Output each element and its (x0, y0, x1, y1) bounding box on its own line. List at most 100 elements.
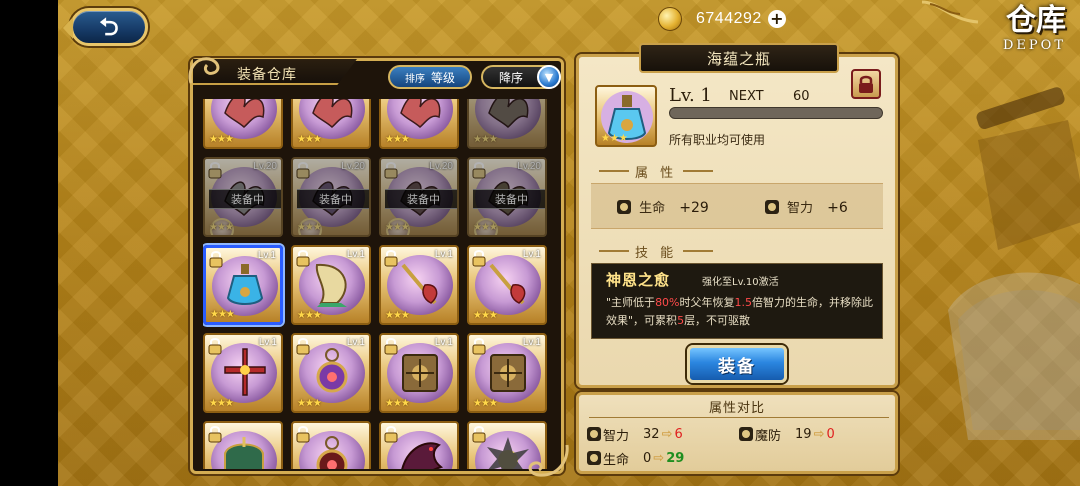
lock-icon (471, 249, 487, 267)
wing-icon (395, 99, 445, 133)
inventory-item[interactable]: ★★★ (291, 99, 371, 149)
staff-icon (395, 259, 445, 309)
item-icon: ★★★ (595, 85, 657, 147)
inventory-item[interactable]: ★★★ (467, 99, 547, 149)
inventory-item[interactable]: Lv.1 ★★★ (467, 333, 547, 413)
inventory-item[interactable]: Lv.20 装备中 ★★★ (203, 157, 283, 237)
attributes-section-label: 属 性 (635, 165, 678, 181)
item-stars: ★★★ (297, 310, 322, 321)
inventory-item[interactable]: Lv.20 装备中 ★★★ (291, 157, 371, 237)
compare-old-value: 0 (643, 450, 652, 466)
lock-icon (383, 249, 399, 267)
page-title-en: DEPOT (1003, 38, 1066, 53)
item-stars: ★★★ (385, 310, 410, 321)
item-stars: ★★★ (297, 222, 322, 233)
skill-box[interactable]: 神恩之愈 强化至Lv.10激活 "主师低于80%时父年恢复1.5倍智力的生命，并… (591, 263, 883, 339)
bottle-icon (220, 260, 270, 310)
wing-icon (483, 99, 533, 133)
inventory-item[interactable]: Lv.1 ★★★ (291, 333, 371, 413)
attributes-section-header: 属 性 (599, 161, 714, 181)
lock-toggle-button[interactable] (851, 69, 881, 99)
compare-new-value: 29 (666, 450, 685, 466)
inventory-item[interactable] (291, 421, 371, 469)
item-level-badge: Lv.20 (517, 161, 541, 172)
inventory-title: 装备仓库 (237, 67, 297, 83)
book-icon (483, 347, 533, 397)
book-icon (395, 347, 445, 397)
gold-counter: 6744292 + (658, 6, 898, 32)
compare-old-value: 19 (795, 426, 812, 442)
inventory-item[interactable]: Lv.1 ★★★ (379, 333, 459, 413)
inventory-item[interactable]: ★★★ (203, 99, 283, 149)
attributes-box: 生命 +29 智力 +6 (591, 183, 883, 229)
lock-icon (383, 425, 399, 443)
lock-icon (471, 337, 487, 355)
skill-desc-highlight: 5 (677, 314, 685, 327)
hp-stat-icon (587, 451, 601, 465)
item-level: Lv. 1 (669, 85, 712, 106)
item-detail-panel: 海蕴之瓶 ★★★ Lv. 1 NEXT 60 所有职业均可使用 属 性 生命 +… (576, 43, 898, 388)
gold-amount: 6744292 (696, 10, 762, 27)
order-button[interactable]: 降序 ▼ (481, 65, 561, 89)
lock-icon (471, 425, 487, 443)
back-button[interactable]: ⮌ (63, 8, 148, 46)
item-level-badge: Lv.1 (522, 337, 541, 348)
item-level-badge: Lv.1 (522, 249, 541, 260)
inventory-item[interactable]: Lv.1 ★★★ (291, 245, 371, 325)
inventory-item[interactable]: Lv.20 装备中 ★★★ (467, 157, 547, 237)
add-gold-button[interactable]: + (767, 10, 786, 28)
attribute-int-name: 智力 (786, 200, 813, 216)
inventory-item[interactable]: Lv.1 ★★★ (467, 245, 547, 325)
attribute-int: 智力 +6 (764, 197, 848, 216)
item-stars: ★★★ (385, 134, 410, 145)
chevron-down-icon: ▼ (537, 65, 561, 89)
equip-button[interactable]: 装备 (687, 345, 787, 383)
item-stars: ★★★ (209, 398, 234, 409)
item-level-badge: Lv.1 (258, 337, 277, 348)
equipped-badge: 装备中 (209, 189, 281, 235)
inventory-item[interactable]: Lv.20 装备中 ★★★ (379, 157, 459, 237)
order-label: 降序 (499, 70, 524, 85)
compare-new-value: 6 (674, 426, 683, 442)
inventory-grid-viewport[interactable]: ★★★ ★★★ ★★★ ★★★ Lv.20 装备中 ★★★ Lv.20 装备中 ★★★ Lv.20 装… (203, 99, 555, 469)
lock-icon (859, 75, 873, 93)
amulet-icon (307, 435, 357, 469)
item-level-badge: Lv.1 (346, 337, 365, 348)
item-stars: ★★★ (210, 309, 235, 320)
lock-icon (208, 250, 224, 268)
lock-icon (295, 425, 311, 443)
item-stars: ★★★ (297, 134, 322, 145)
usable-classes: 所有职业均可使用 (669, 133, 766, 147)
inventory-item[interactable]: Lv.1 ★★★ (203, 333, 283, 413)
inventory-item[interactable] (203, 421, 283, 469)
inventory-item-selected[interactable]: Lv.1 ★★★ (203, 245, 283, 325)
wing-icon (219, 99, 269, 133)
compare-title: 属性对比 (708, 401, 765, 416)
equipped-label: 装备中 (231, 193, 264, 206)
int-stat-icon (587, 427, 601, 441)
item-level-badge: Lv.20 (253, 161, 277, 172)
item-stars: ★★★ (473, 222, 498, 233)
skill-desc-highlight: 1.5 (734, 296, 753, 309)
gold-coin-icon (658, 7, 682, 31)
page-title: 仓库 DEPOT (1003, 3, 1066, 54)
item-level-badge: Lv.1 (434, 337, 453, 348)
divider (599, 250, 629, 252)
compare-arrow-icon: ⇨ (653, 450, 665, 466)
inventory-item[interactable]: Lv.1 ★★★ (379, 245, 459, 325)
next-exp-value: 60 (793, 89, 810, 104)
compare-row-hp: 生命 0 ⇨ 29 (587, 447, 684, 469)
compare-row-int: 智力 32 ⇨ 6 (587, 423, 683, 445)
back-arrow-icon: ⮌ (99, 13, 119, 41)
scroll-ornament-icon (188, 57, 220, 84)
compare-new-value: 0 (826, 426, 835, 442)
sort-button[interactable]: 排序 等级 (388, 65, 472, 89)
mdef-stat-icon (739, 427, 753, 441)
inventory-item[interactable] (379, 421, 459, 469)
item-stars: ★★★ (473, 310, 498, 321)
inventory-item[interactable]: ★★★ (379, 99, 459, 149)
item-level-badge: Lv.1 (257, 250, 276, 261)
page-title-cn: 仓库 (1006, 3, 1066, 38)
compare-old-value: 32 (643, 426, 660, 442)
equipped-label: 装备中 (407, 193, 440, 206)
